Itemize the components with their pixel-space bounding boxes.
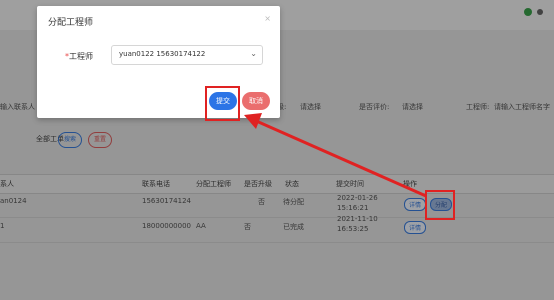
arrow-shaft — [253, 118, 427, 198]
pointer-arrow — [244, 113, 427, 198]
